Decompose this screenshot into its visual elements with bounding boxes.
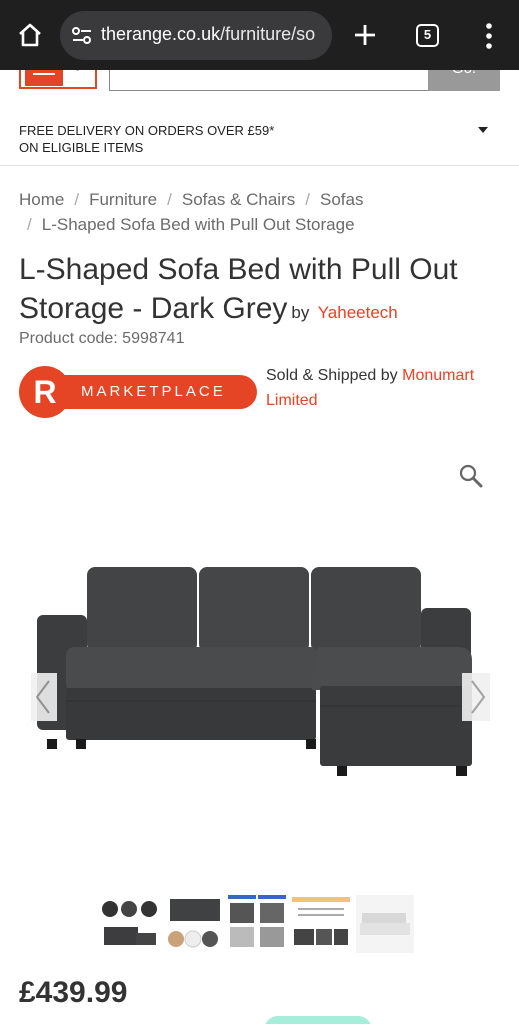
product-code: Product code: 5998741	[19, 330, 185, 347]
breadcrumb-separator: /	[74, 190, 80, 209]
sold-shipped-info: Sold & Shipped by Monumart Limited	[266, 363, 511, 413]
dropdown-arrow-icon[interactable]	[478, 127, 488, 133]
thumbnail-2[interactable]	[164, 895, 222, 953]
breadcrumb-separator: /	[27, 215, 32, 234]
menu-icon	[25, 70, 63, 86]
product-title: L-Shaped Sofa Bed with Pull Out Storage …	[19, 250, 509, 332]
site-settings-icon[interactable]	[71, 25, 93, 47]
by-label: by	[291, 303, 310, 322]
thumbnail-strip	[100, 895, 420, 955]
more-icon[interactable]	[484, 22, 494, 50]
breadcrumb-sofas[interactable]: Sofas	[320, 190, 363, 209]
url-text: therange.co.uk/furniture/so	[101, 24, 326, 45]
site-header: ⌄ Go!	[0, 70, 519, 94]
breadcrumb-separator: /	[167, 190, 172, 209]
tab-switcher-icon[interactable]: 5	[416, 24, 439, 47]
marketplace-pill: MARKETPLACE	[61, 375, 257, 409]
brand-link[interactable]: Yaheetech	[318, 303, 398, 322]
search-input[interactable]	[120, 70, 420, 72]
home-icon[interactable]	[16, 21, 44, 49]
search-go-button[interactable]: Go!	[428, 70, 500, 91]
floating-action-hint[interactable]	[264, 1016, 372, 1024]
marketplace-logo: MARKETPLACE R	[19, 366, 259, 418]
url-domain: therange.co.uk	[101, 24, 221, 44]
address-bar[interactable]: therange.co.uk/furniture/so	[60, 11, 332, 60]
gallery-prev-button[interactable]	[31, 673, 57, 721]
product-price: £439.99	[19, 976, 128, 1009]
chevron-right-icon	[471, 680, 486, 714]
marketplace-word: MARKETPLACE	[81, 383, 226, 400]
delivery-line-2: ON ELIGIBLE ITEMS	[19, 140, 144, 155]
delivery-banner[interactable]: FREE DELIVERY ON ORDERS OVER £59* ON ELI…	[0, 118, 519, 166]
menu-button[interactable]: ⌄	[19, 70, 97, 89]
sofa-illustration	[37, 567, 472, 776]
zoom-icon[interactable]	[458, 463, 484, 489]
search-field[interactable]	[109, 70, 429, 91]
delivery-text: FREE DELIVERY ON ORDERS OVER £59* ON ELI…	[19, 122, 319, 156]
gallery-next-button[interactable]	[462, 673, 490, 721]
marketplace-letter: R	[33, 374, 57, 410]
thumbnail-3[interactable]	[228, 895, 286, 953]
breadcrumb: Home / Furniture / Sofas & Chairs / Sofas / L-Sh…	[19, 187, 499, 237]
chevron-down-icon: ⌄	[73, 70, 82, 74]
url-path: /furniture/so	[220, 24, 316, 44]
breadcrumb-separator: /	[305, 190, 310, 209]
browser-toolbar: therange.co.uk/furniture/so 5	[0, 0, 519, 70]
chevron-left-icon	[35, 680, 50, 714]
thumbnail-1[interactable]	[100, 895, 158, 953]
delivery-line-1: FREE DELIVERY ON ORDERS OVER £59*	[19, 123, 275, 138]
thumbnail-4[interactable]	[292, 895, 350, 953]
thumbnail-5[interactable]	[356, 895, 414, 953]
breadcrumb-home[interactable]: Home	[19, 190, 64, 209]
plus-icon[interactable]	[352, 22, 378, 48]
breadcrumb-sofas-chairs[interactable]: Sofas & Chairs	[182, 190, 295, 209]
breadcrumb-furniture[interactable]: Furniture	[89, 190, 157, 209]
breadcrumb-current[interactable]: L-Shaped Sofa Bed with Pull Out Storage	[42, 215, 355, 234]
sold-label: Sold & Shipped by	[266, 367, 398, 384]
product-main-image[interactable]	[0, 520, 519, 820]
marketplace-badge: R	[19, 366, 71, 418]
